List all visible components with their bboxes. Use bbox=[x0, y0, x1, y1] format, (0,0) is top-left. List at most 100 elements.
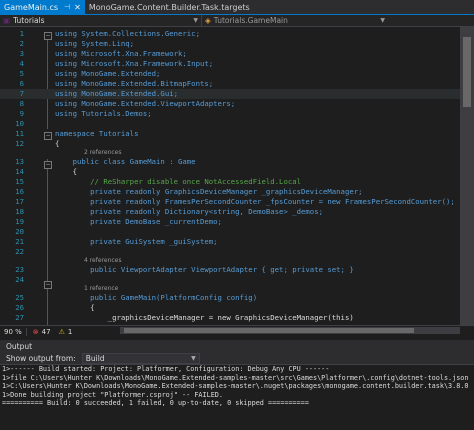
line-number: 13 bbox=[15, 157, 24, 166]
code-text: public GameMain(PlatformConfig config) bbox=[55, 293, 258, 302]
line-number: 21 bbox=[15, 237, 24, 246]
code-line: 13 public class GameMain : Game bbox=[0, 157, 474, 167]
line-number: 3 bbox=[19, 49, 24, 58]
code-text: // ReSharper disable once NotAccessedFie… bbox=[55, 177, 302, 186]
zoom-level[interactable]: 90 % bbox=[0, 327, 27, 336]
document-tab-bar: GameMain.cs ⊣ ✕ MonoGame.Content.Builder… bbox=[0, 0, 474, 15]
line-number: 15 bbox=[15, 177, 24, 186]
line-number: 19 bbox=[15, 217, 24, 226]
csharp-project-icon: ▣ bbox=[3, 16, 11, 25]
scrollbar-thumb[interactable] bbox=[463, 37, 471, 107]
code-line: 27 _graphicsDeviceManager = new Graphics… bbox=[0, 313, 474, 323]
code-text: { bbox=[55, 303, 95, 312]
code-line: 11 namespace Tutorials bbox=[0, 129, 474, 139]
output-toolbar: Show output from: Build ▼ bbox=[0, 352, 474, 365]
error-icon: ⊗ bbox=[32, 327, 39, 336]
warning-count[interactable]: 1 bbox=[68, 328, 72, 336]
pin-icon[interactable]: ⊣ bbox=[64, 3, 70, 11]
code-line: 25 public GameMain(PlatformConfig config… bbox=[0, 293, 474, 303]
line-number: 22 bbox=[15, 247, 24, 256]
line-number: 17 bbox=[15, 197, 24, 206]
code-editor[interactable]: − − − − 💡 1using System.Collections.Gene… bbox=[0, 27, 474, 325]
line-number: 11 bbox=[15, 129, 24, 138]
code-line: 26 { bbox=[0, 303, 474, 313]
code-line: 3 using Microsoft.Xna.Framework; bbox=[0, 49, 474, 59]
code-text: using Tutorials.Demos; bbox=[55, 109, 152, 118]
code-line: 15 // ReSharper disable once NotAccessed… bbox=[0, 177, 474, 187]
code-line: 19 private DemoBase _currentDemo; bbox=[0, 217, 474, 227]
line-number: 25 bbox=[15, 293, 24, 302]
code-text: using MonoGame.Extended.ViewportAdapters… bbox=[55, 99, 236, 108]
code-text: _graphicsDeviceManager = new GraphicsDev… bbox=[55, 313, 354, 322]
code-line: 8 using MonoGame.Extended.ViewportAdapter… bbox=[0, 99, 474, 109]
project-label: Tutorials bbox=[13, 16, 45, 25]
line-number: 8 bbox=[19, 99, 24, 108]
code-text: using System.Linq; bbox=[55, 39, 135, 48]
code-line: 5 using MonoGame.Extended; bbox=[0, 69, 474, 79]
code-line: 1 using System.Collections.Generic; bbox=[0, 29, 474, 39]
code-line: 10 bbox=[0, 119, 474, 129]
tab-gamemain-cs[interactable]: GameMain.cs ⊣ ✕ bbox=[0, 0, 85, 14]
code-line: 20 bbox=[0, 227, 474, 237]
output-panel-header: Output bbox=[0, 340, 474, 352]
line-number: 1 bbox=[19, 29, 24, 38]
line-number: 16 bbox=[15, 187, 24, 196]
code-line: 18 private readonly Dictionary<string, D… bbox=[0, 207, 474, 217]
code-text: { bbox=[55, 167, 77, 176]
scrollbar-thumb[interactable] bbox=[124, 328, 414, 333]
output-text[interactable]: 1>------ Build started: Project: Platfor… bbox=[0, 365, 474, 430]
code-text: private GuiSystem _guiSystem; bbox=[55, 237, 218, 246]
line-number: 5 bbox=[19, 69, 24, 78]
output-title: Output bbox=[6, 341, 33, 351]
code-text: using Microsoft.Xna.Framework.Input; bbox=[55, 59, 214, 68]
code-text: using System.Collections.Generic; bbox=[55, 29, 200, 38]
show-output-label: Show output from: bbox=[6, 353, 76, 363]
class-icon: ◈ bbox=[205, 16, 211, 25]
code-line: 21 private GuiSystem _guiSystem; bbox=[0, 237, 474, 247]
code-text: public ViewportAdapter ViewportAdapter {… bbox=[55, 265, 354, 274]
code-text: private readonly FramesPerSecondCounter … bbox=[55, 197, 455, 206]
output-source-value: Build bbox=[85, 353, 105, 363]
code-line: 7 using MonoGame.Extended.Gui; bbox=[0, 89, 474, 99]
output-line: 1>Done building project "Platformer.cspr… bbox=[2, 390, 223, 399]
tab-label: MonoGame.Content.Builder.Task.targets bbox=[88, 2, 250, 12]
error-count[interactable]: 47 bbox=[42, 328, 51, 336]
code-line: 6 using MonoGame.Extended.BitmapFonts; bbox=[0, 79, 474, 89]
codelens-references[interactable]: 1 reference bbox=[84, 284, 118, 293]
code-line: 22 bbox=[0, 247, 474, 257]
line-number: 26 bbox=[15, 303, 24, 312]
code-text: public class GameMain : Game bbox=[55, 157, 196, 166]
line-number: 12 bbox=[15, 139, 24, 148]
chevron-down-icon: ▼ bbox=[191, 354, 196, 362]
vertical-scrollbar[interactable] bbox=[460, 27, 474, 325]
output-source-select[interactable]: Build ▼ bbox=[81, 352, 200, 364]
code-line: 9 using Tutorials.Demos; bbox=[0, 109, 474, 119]
code-line: 12 { bbox=[0, 139, 474, 149]
code-text: using Microsoft.Xna.Framework; bbox=[55, 49, 187, 58]
line-number: 14 bbox=[15, 167, 24, 176]
line-number: 9 bbox=[19, 109, 24, 118]
code-text: private readonly GraphicsDeviceManager _… bbox=[55, 187, 363, 196]
codelens-references[interactable]: 4 references bbox=[84, 256, 122, 265]
tab-label: GameMain.cs bbox=[4, 2, 59, 12]
member-label: Tutorials.GameMain bbox=[213, 16, 288, 25]
tab-content-builder-targets[interactable]: MonoGame.Content.Builder.Task.targets bbox=[85, 0, 254, 14]
line-number: 23 bbox=[15, 265, 24, 274]
code-line: 23 public ViewportAdapter ViewportAdapte… bbox=[0, 265, 474, 275]
code-line: 4 using Microsoft.Xna.Framework.Input; bbox=[0, 59, 474, 69]
code-line: 2 using System.Linq; bbox=[0, 39, 474, 49]
horizontal-scrollbar[interactable] bbox=[120, 327, 460, 334]
codelens-references[interactable]: 2 references bbox=[84, 148, 122, 157]
chevron-down-icon: ▼ bbox=[193, 17, 198, 24]
navigation-bar: ▣ Tutorials ▼ ◈ Tutorials.GameMain ▼ bbox=[0, 15, 474, 27]
line-number: 4 bbox=[19, 59, 24, 68]
line-number: 7 bbox=[19, 89, 24, 98]
code-text: { bbox=[55, 139, 60, 148]
output-line: 1>file C:\Users\Hunter K\Downloads\MonoG… bbox=[2, 373, 469, 382]
line-number: 18 bbox=[15, 207, 24, 216]
project-dropdown[interactable]: ▣ Tutorials ▼ bbox=[0, 15, 202, 26]
member-dropdown[interactable]: ◈ Tutorials.GameMain ▼ bbox=[202, 15, 388, 26]
output-line: 1>C:\Users\Hunter K\Downloads\MonoGame.E… bbox=[2, 382, 469, 390]
close-icon[interactable]: ✕ bbox=[74, 3, 81, 12]
line-number: 27 bbox=[15, 313, 24, 322]
